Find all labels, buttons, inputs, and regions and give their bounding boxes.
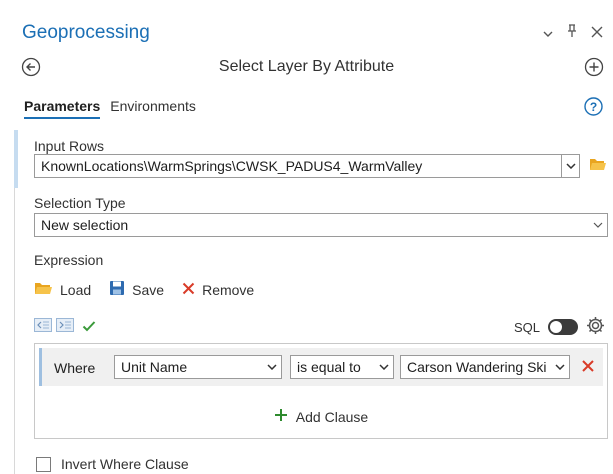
selection-type-value: New selection <box>41 217 129 233</box>
close-icon[interactable] <box>591 25 603 41</box>
parameter-rule <box>14 188 15 474</box>
active-parameter-indicator <box>14 130 18 188</box>
save-button[interactable]: Save <box>109 280 164 299</box>
valid-checkmark-icon <box>82 319 96 335</box>
expression-label: Expression <box>34 252 104 268</box>
remove-label: Remove <box>202 281 255 298</box>
value-dropdown[interactable]: Carson Wandering Ski <box>400 355 570 379</box>
pane-controls <box>543 24 603 41</box>
clause-builder: Where Unit Name is equal to Carson Wande… <box>34 343 608 439</box>
operator-value: is equal to <box>297 359 361 375</box>
folder-open-icon <box>34 281 53 299</box>
load-label: Load <box>60 281 92 298</box>
selection-type-label: Selection Type <box>34 195 126 211</box>
expression-toolbar: Load Save Remove <box>34 280 254 299</box>
chevron-down-icon[interactable] <box>543 25 553 41</box>
field-value: Unit Name <box>121 359 188 375</box>
where-label: Where <box>54 360 96 376</box>
selection-type-dropdown[interactable]: New selection <box>34 213 608 237</box>
expand-clauses-icon[interactable] <box>56 318 74 335</box>
invert-where-checkbox[interactable] <box>36 456 51 472</box>
clause-row: Where Unit Name is equal to Carson Wande… <box>39 348 603 386</box>
sql-controls: SQL <box>514 316 605 338</box>
collapse-clauses-icon[interactable] <box>34 318 52 335</box>
tab-bar: Parameters Environments <box>24 98 196 119</box>
invert-where-clause-option[interactable]: Invert Where Clause <box>36 456 189 472</box>
sql-label: SQL <box>513 319 540 335</box>
input-rows-combobox[interactable]: KnownLocations\WarmSprings\CWSK_PADUS4_W… <box>34 154 580 178</box>
input-rows-label: Input Rows <box>34 138 105 154</box>
chevron-down-icon[interactable] <box>561 155 579 177</box>
remove-clause-icon[interactable] <box>580 358 596 374</box>
browse-folder-icon[interactable] <box>589 156 607 172</box>
clause-value: Carson Wandering Ski <box>407 359 547 375</box>
plus-icon <box>274 408 288 425</box>
svg-text:?: ? <box>590 100 597 114</box>
tool-title: Select Layer By Attribute <box>218 58 395 75</box>
tab-parameters[interactable]: Parameters <box>24 98 101 119</box>
load-button[interactable]: Load <box>34 281 91 299</box>
remove-icon <box>182 282 195 298</box>
add-icon[interactable] <box>584 57 604 77</box>
field-dropdown[interactable]: Unit Name <box>114 355 282 379</box>
add-clause-button[interactable]: Add Clause <box>35 408 607 425</box>
help-icon[interactable]: ? <box>584 97 603 116</box>
pane-title: Geoprocessing <box>22 22 150 43</box>
settings-gear-icon[interactable] <box>586 316 605 338</box>
save-label: Save <box>132 281 165 298</box>
remove-button[interactable]: Remove <box>182 282 254 298</box>
save-icon <box>109 280 125 299</box>
sql-toggle[interactable] <box>548 319 578 335</box>
clause-mode-tools <box>34 318 96 335</box>
chevron-down-icon[interactable] <box>263 356 281 378</box>
chevron-down-icon[interactable] <box>551 356 569 378</box>
pin-icon[interactable] <box>567 24 577 41</box>
chevron-down-icon[interactable] <box>375 356 393 378</box>
add-clause-label: Add Clause <box>295 408 369 425</box>
invert-where-label: Invert Where Clause <box>61 456 189 472</box>
chevron-down-icon[interactable] <box>589 214 607 236</box>
input-rows-value: KnownLocations\WarmSprings\CWSK_PADUS4_W… <box>41 158 423 174</box>
operator-dropdown[interactable]: is equal to <box>290 355 394 379</box>
tab-environments[interactable]: Environments <box>110 98 196 119</box>
